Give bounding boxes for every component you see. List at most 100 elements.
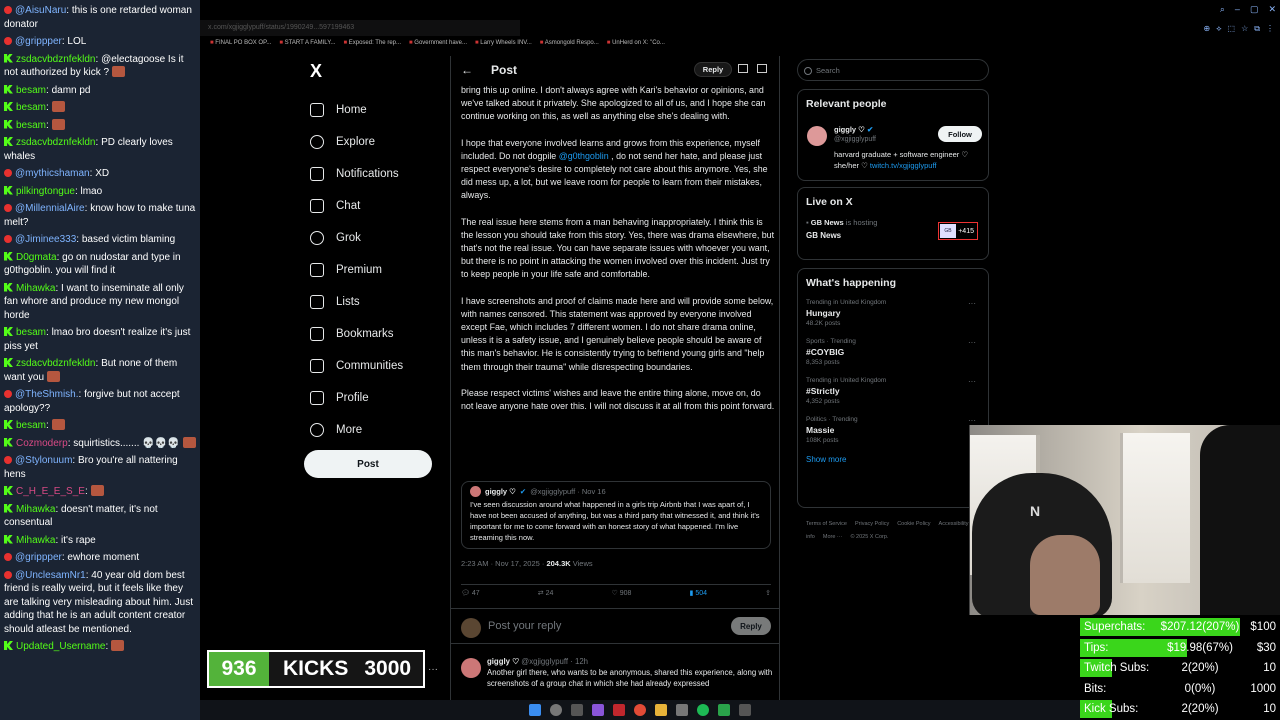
menu-icon[interactable]: ⋮ [1266,24,1274,34]
share-icon[interactable]: ⇪ [765,589,771,600]
xbox-icon[interactable] [718,704,730,716]
chat-username[interactable]: D0gmata [16,252,57,263]
nav-item-communities[interactable]: Communities [310,350,450,382]
bookmark-item[interactable]: Government have... [409,40,467,52]
nav-item-lists[interactable]: Lists [310,286,450,318]
more-options-icon[interactable]: ··· [968,299,976,308]
reply-post[interactable]: giggly ♡ @xgjigglypuff · 12h Another gir… [461,656,775,689]
trend-item[interactable]: Trending in United Kingdom Hungary 48.2K p… [806,299,980,327]
trend-item[interactable]: Trending in United Kingdom #Strictly 4,352… [806,377,980,405]
search-input[interactable]: Search [797,59,989,81]
chat-username[interactable]: Updated_Username [16,641,106,652]
footer-link[interactable]: Terms of Service [806,521,847,527]
chat-username[interactable]: Cozmoderp [16,438,68,449]
nav-item-explore[interactable]: Explore [310,126,450,158]
more-options-icon[interactable]: ··· [968,416,976,425]
bookmark-action[interactable]: ▮ 504 [690,589,708,600]
reply-submit-button[interactable]: Reply [731,617,771,635]
nav-item-profile[interactable]: Profile [310,382,450,414]
opera-icon[interactable] [613,704,625,716]
header-reply-button[interactable]: Reply [694,62,732,77]
x-logo-icon[interactable]: X [310,61,322,82]
footer-link[interactable]: More ··· [823,534,843,540]
quoted-post[interactable]: giggly ♡ ✔ @xgjigglypuff · Nov 16 I've s… [461,481,771,549]
nav-item-notifications[interactable]: Notifications [310,158,450,190]
start-menu-icon[interactable] [529,704,541,716]
reply-action[interactable]: 💬︎ 47 [461,589,480,600]
maximize-icon[interactable]: ▢ [1250,4,1259,15]
extensions-icon[interactable]: ⧉ [1254,24,1260,34]
chat-username[interactable]: @Jiminee333 [15,234,76,245]
app-icon[interactable] [592,704,604,716]
avatar[interactable] [807,126,827,146]
adjust-icon[interactable] [738,64,748,73]
nav-item-bookmarks[interactable]: Bookmarks [310,318,450,350]
bookmark-item[interactable]: START A FAMILY... [279,40,336,52]
bookmark-item[interactable]: Asmongold Respo... [540,40,599,52]
chat-username[interactable]: Mihawka [16,504,55,515]
window-controls[interactable]: ⌕ – ▢ ✕ [1220,4,1276,15]
minimize-icon[interactable]: – [1235,4,1240,15]
bookmark-item[interactable]: Exposed: The rep... [343,40,401,52]
chat-username[interactable]: besam [16,120,46,131]
chat-username[interactable]: zsdacvbdznfekldn [16,137,96,148]
footer-link[interactable]: Accessibility [939,521,969,527]
pin-icon[interactable]: ⟡ [1216,24,1221,34]
post-timestamp[interactable]: 2:23 AM · Nov 17, 2025 · [461,559,546,568]
compose-post-button[interactable]: Post [304,450,432,478]
taskbar-search-icon[interactable] [550,704,562,716]
relevant-person-name[interactable]: giggly ♡ ✔ [834,125,873,134]
live-listeners[interactable]: GB +415 [938,222,978,240]
spotify-icon[interactable] [697,704,709,716]
chat-username[interactable]: zsdacvbdznfekldn [16,358,96,369]
repost-action[interactable]: ⇄ 24 [538,589,554,600]
more-options-icon[interactable]: ··· [428,664,438,675]
chat-username[interactable]: besam [16,85,46,96]
chat-username[interactable]: besam [16,420,46,431]
bio-link[interactable]: twitch.tv/xgjigglypuff [870,161,937,170]
chat-username[interactable]: besam [16,327,46,338]
chat-username[interactable]: @MillennialAire [15,203,85,214]
share-icon[interactable]: ⬚ [1228,24,1236,34]
bookmark-item[interactable]: Larry Wheels INV... [475,40,531,52]
trend-item[interactable]: Politics · Trending Massie 108K posts ··· [806,416,980,444]
mention-link[interactable]: @g0thgoblin [559,151,609,161]
bookmark-star-icon[interactable]: ☆ [1241,24,1248,34]
close-icon[interactable]: ✕ [1268,4,1276,15]
footer-link[interactable]: Privacy Policy [855,521,889,527]
follow-button[interactable]: Follow [938,126,982,142]
nav-item-chat[interactable]: Chat [310,190,450,222]
app-icon[interactable] [739,704,751,716]
more-options-icon[interactable]: ··· [968,338,976,347]
footer-link[interactable]: © 2025 X Corp. [850,534,888,540]
trend-item[interactable]: Sports · Trending #COYBIG 8,353 posts ··· [806,338,980,366]
task-view-icon[interactable] [571,704,583,716]
chat-username[interactable]: @TheShmish. [15,389,79,400]
chat-username[interactable]: zsdacvbdznfekldn [16,54,96,65]
chat-username[interactable]: Mihawka [16,283,55,294]
more-options-icon[interactable]: ··· [968,377,976,386]
nav-item-more[interactable]: More [310,414,450,446]
nav-item-grok[interactable]: Grok [310,222,450,254]
address-bar[interactable]: x.com/xgjigglypuff/status/1990249...5971… [200,20,520,36]
chat-username[interactable]: besam [16,102,46,113]
like-action[interactable]: ♡ 908 [611,589,631,600]
chat-username[interactable]: @UnclesamNr1 [15,570,86,581]
chat-username[interactable]: @AisuNaru [15,5,66,16]
reply-input[interactable]: Post your reply [488,620,561,632]
footer-link[interactable]: Cookie Policy [897,521,930,527]
chat-username[interactable]: Mihawka [16,535,55,546]
bookmark-item[interactable]: UnHerd on X: "Co... [607,40,665,52]
back-arrow-icon[interactable]: ← [461,63,473,77]
chat-username[interactable]: C_H_E_E_S_E [16,486,85,497]
chat-username[interactable]: @mythicshaman [15,168,90,179]
app-icon[interactable] [676,704,688,716]
chat-username[interactable]: @Stylonuum [15,455,72,466]
chat-username[interactable]: @grippper [15,36,62,47]
chat-username[interactable]: pilkingtongue [16,186,75,197]
search-icon[interactable]: ⌕ [1220,4,1225,15]
chrome-icon[interactable] [634,704,646,716]
browser-extension-icons[interactable]: ⊕ ⟡ ⬚ ☆ ⧉ ⋮ [1204,24,1274,34]
nav-item-premium[interactable]: Premium [310,254,450,286]
reader-view-icon[interactable] [757,64,767,73]
